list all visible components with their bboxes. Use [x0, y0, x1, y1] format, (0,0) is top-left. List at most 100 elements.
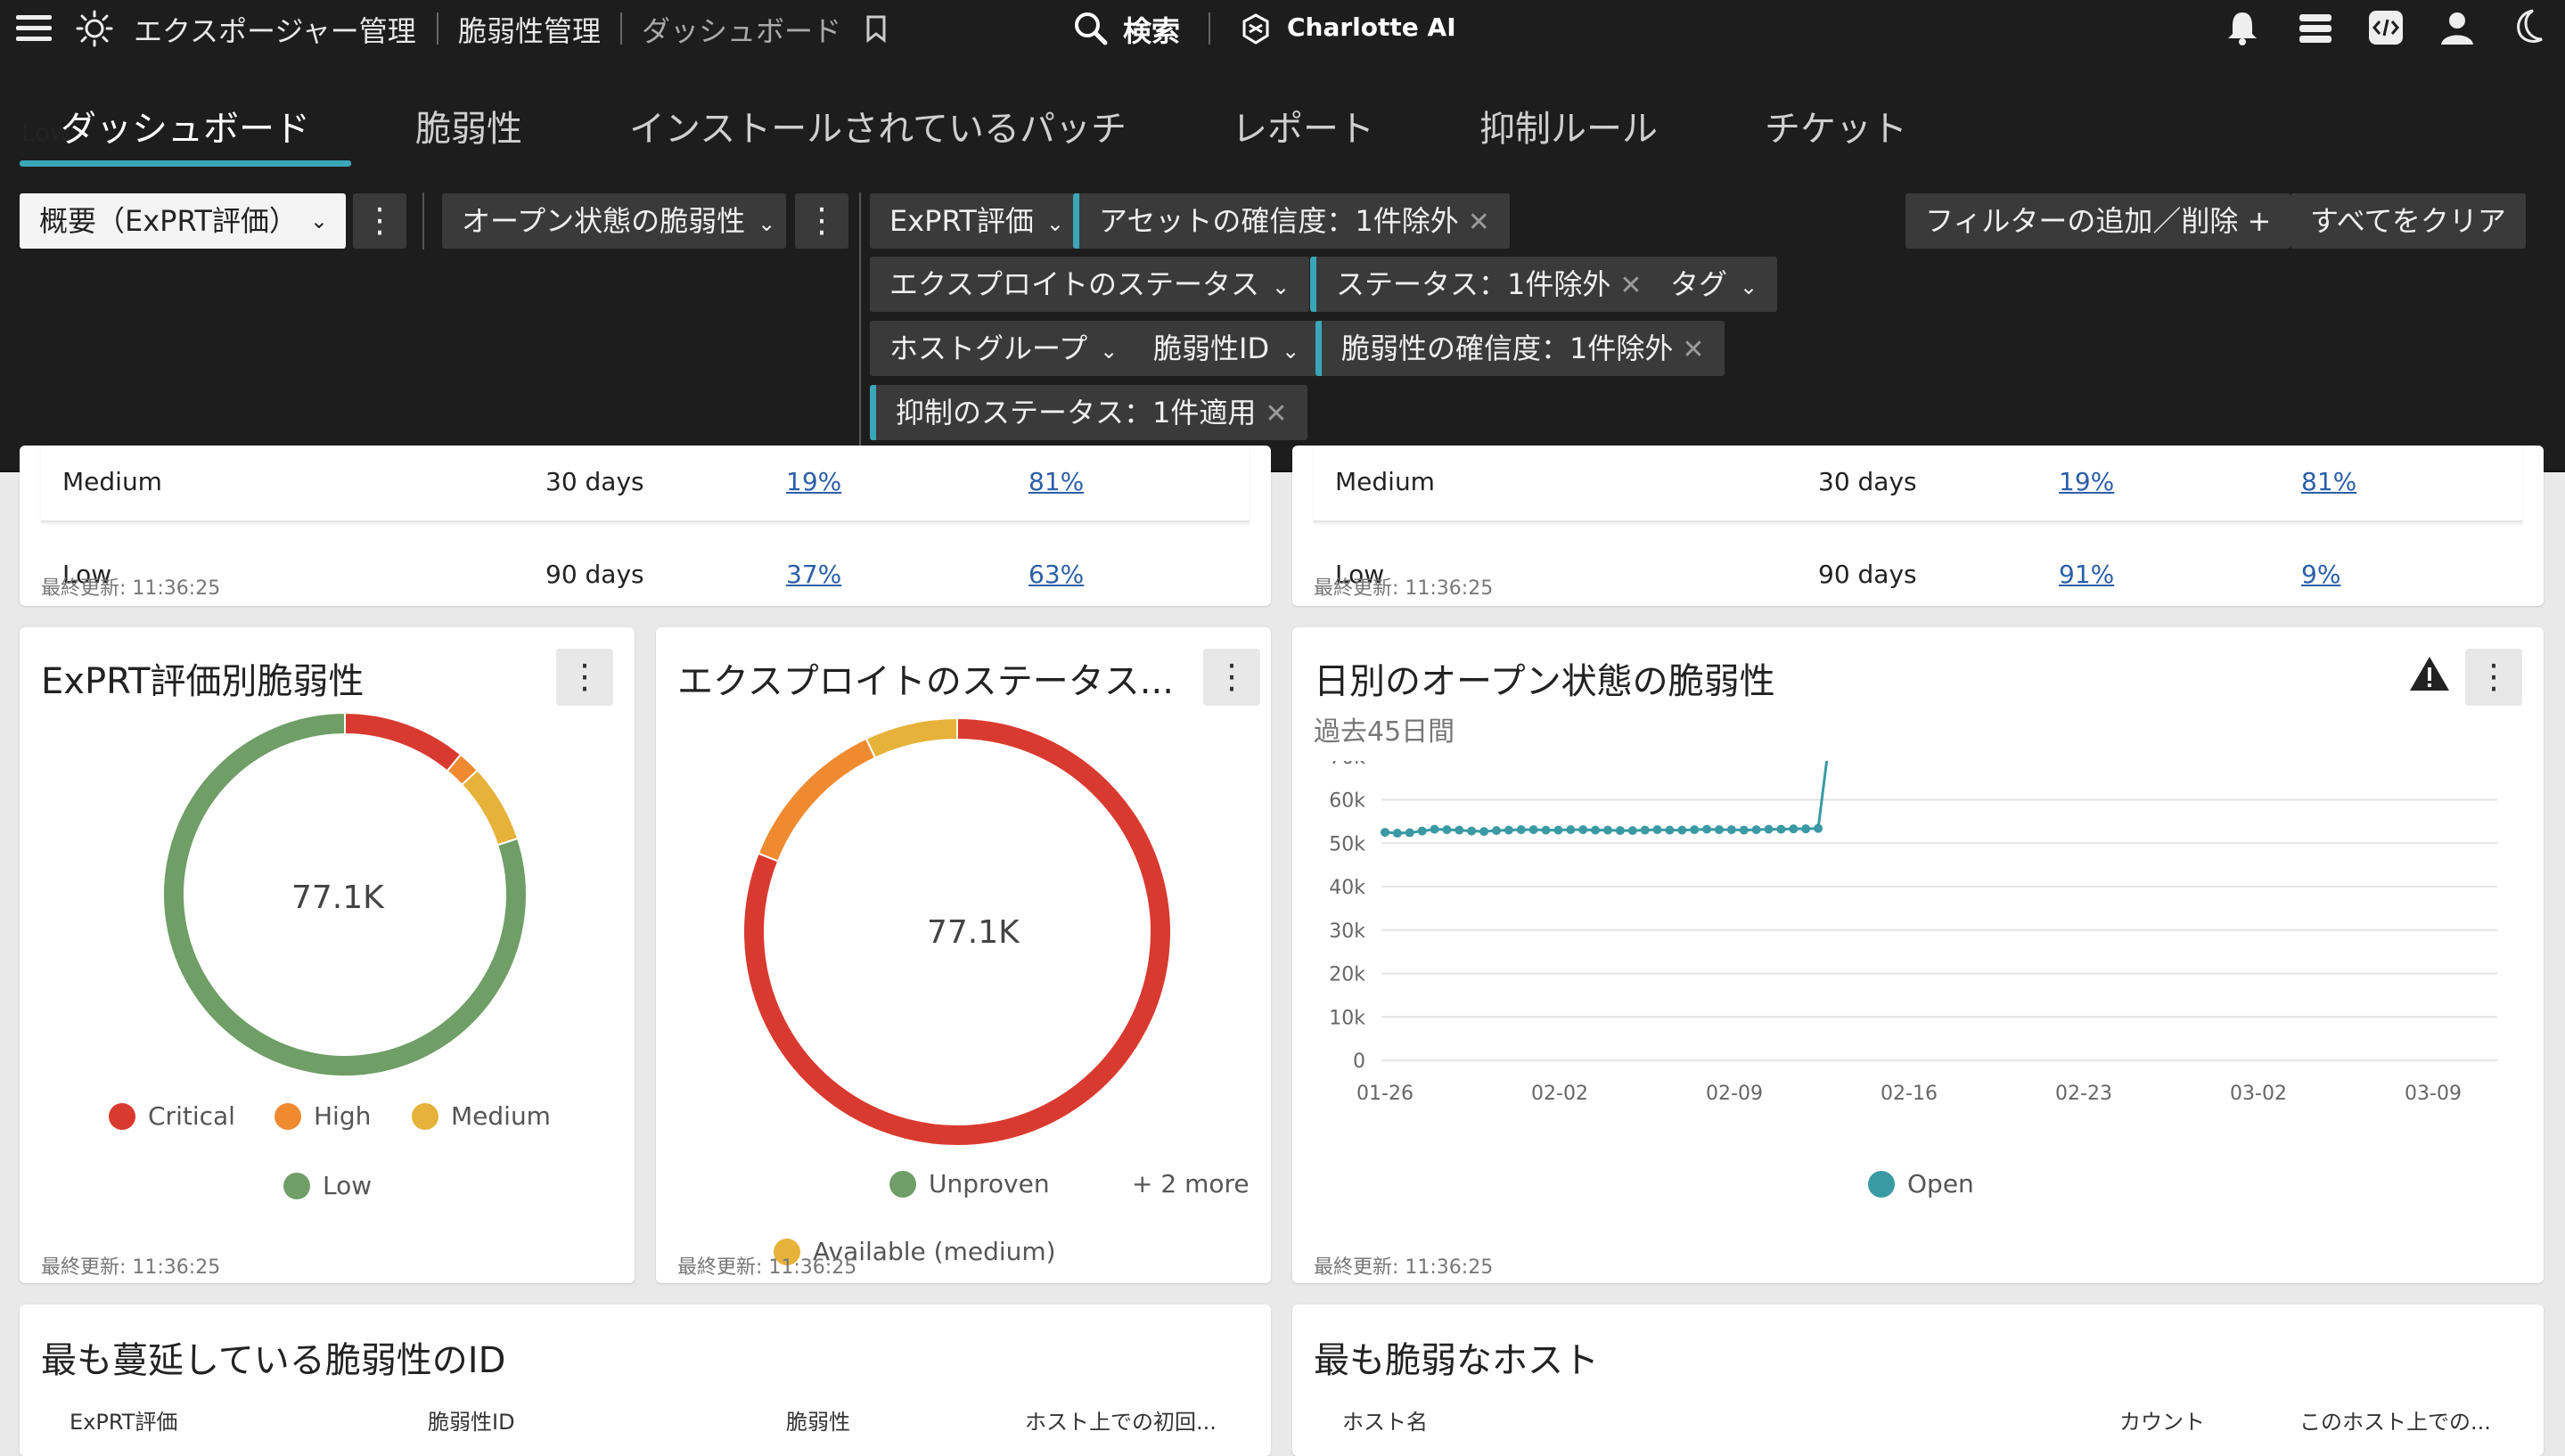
data-point[interactable]: [1566, 825, 1576, 835]
data-point[interactable]: [1690, 825, 1700, 835]
menu-icon[interactable]: [14, 12, 53, 48]
percent-link[interactable]: 37%: [786, 560, 841, 589]
y-tick-label: 50k: [1329, 833, 1365, 855]
close-icon[interactable]: ✕: [1265, 387, 1287, 442]
data-point[interactable]: [1801, 824, 1811, 834]
data-point[interactable]: [1702, 824, 1712, 834]
legend-more-link[interactable]: + 2 more: [1132, 1169, 1250, 1198]
add-remove-filter-button[interactable]: フィルターの追加／削除 +: [1905, 193, 2291, 249]
percent-link[interactable]: 81%: [2301, 467, 2356, 496]
donut-slice-critical[interactable]: [344, 711, 463, 773]
column-header[interactable]: このホスト上での...: [2299, 1404, 2491, 1436]
card-kebab-menu-icon[interactable]: ⋮: [1203, 649, 1260, 706]
filter-chip-status[interactable]: ステータス：1件除外 ✕: [1310, 257, 1662, 312]
filter-chip-exploit-status[interactable]: エクスプロイトのステータス ⌄: [870, 257, 1310, 312]
data-point[interactable]: [1615, 826, 1625, 836]
data-point[interactable]: [1591, 825, 1601, 835]
data-point[interactable]: [1640, 825, 1650, 835]
breadcrumb-section[interactable]: 脆弱性管理: [458, 9, 601, 50]
view-kebab-menu-icon[interactable]: ⋮: [353, 193, 406, 249]
search-icon[interactable]: [1073, 11, 1109, 50]
data-point[interactable]: [1430, 824, 1439, 834]
close-icon[interactable]: ✕: [1468, 195, 1490, 250]
data-point[interactable]: [1381, 828, 1389, 838]
view-select[interactable]: 概要（ExPRT評価） ⌄: [20, 193, 346, 249]
data-point[interactable]: [1602, 825, 1612, 835]
x-tick-label: 03-09: [2405, 1083, 2462, 1105]
chevron-down-icon: ⌄: [309, 209, 328, 233]
percent-link[interactable]: 19%: [2059, 467, 2114, 496]
tab-reports[interactable]: レポート: [1232, 100, 1374, 151]
tab-vulnerabilities[interactable]: 脆弱性: [415, 100, 522, 151]
column-header[interactable]: 脆弱性ID: [428, 1404, 515, 1436]
column-header[interactable]: ホスト上での初回...: [1025, 1404, 1217, 1436]
data-point[interactable]: [1652, 825, 1662, 835]
stack-icon[interactable]: [2296, 11, 2335, 50]
card-kebab-menu-icon[interactable]: ⋮: [556, 649, 613, 706]
column-header[interactable]: ExPRT評価: [70, 1404, 177, 1436]
search-button[interactable]: 検索: [1123, 9, 1180, 50]
data-point[interactable]: [1479, 827, 1489, 837]
percent-link[interactable]: 91%: [2059, 560, 2114, 589]
data-point[interactable]: [1504, 825, 1513, 835]
tab-tickets[interactable]: チケット: [1765, 100, 1907, 151]
data-point[interactable]: [1814, 823, 1823, 833]
charlotte-ai-button[interactable]: Charlotte AI: [1287, 12, 1456, 42]
card-kebab-menu-icon[interactable]: ⋮: [2465, 649, 2522, 706]
data-point[interactable]: [1726, 825, 1736, 835]
column-header[interactable]: カウント: [2119, 1404, 2205, 1436]
data-point[interactable]: [1789, 824, 1799, 834]
tab-installed-patches[interactable]: インストールされているパッチ: [629, 100, 1127, 151]
moon-icon[interactable]: [2510, 7, 2549, 52]
bell-icon[interactable]: [2225, 9, 2260, 50]
filter-chip-suppression[interactable]: 抑制のステータス：1件適用 ✕: [870, 385, 1307, 440]
data-point[interactable]: [1578, 825, 1588, 835]
user-icon[interactable]: [2438, 9, 2476, 50]
donut-slice-medium[interactable]: [460, 768, 520, 847]
data-point[interactable]: [1627, 826, 1637, 836]
data-point[interactable]: [1739, 825, 1749, 835]
close-icon[interactable]: ✕: [1619, 258, 1642, 314]
bookmark-icon[interactable]: [865, 14, 888, 46]
data-point[interactable]: [1392, 829, 1402, 838]
filter-chip-vuln-confidence[interactable]: 脆弱性の確信度：1件除外 ✕: [1315, 321, 1725, 376]
percent-link[interactable]: 9%: [2301, 560, 2340, 589]
data-point[interactable]: [1417, 826, 1427, 836]
data-point[interactable]: [1553, 825, 1563, 835]
tab-suppression-rules[interactable]: 抑制ルール: [1479, 100, 1658, 151]
filter-chip-tags[interactable]: タグ ⌄: [1651, 257, 1778, 312]
percent-link[interactable]: 63%: [1028, 560, 1084, 589]
data-point[interactable]: [1442, 825, 1452, 835]
close-icon[interactable]: ✕: [1682, 323, 1704, 378]
clear-all-button[interactable]: すべてをクリア: [2290, 193, 2526, 249]
app-name[interactable]: エクスポージャー管理: [134, 9, 416, 50]
data-point[interactable]: [1516, 825, 1526, 835]
data-point[interactable]: [1405, 828, 1414, 838]
column-header[interactable]: 脆弱性: [786, 1404, 850, 1436]
data-point[interactable]: [1665, 825, 1675, 835]
column-header[interactable]: ホスト名: [1342, 1404, 1428, 1436]
percent-link[interactable]: 81%: [1028, 467, 1084, 496]
warning-icon[interactable]: [2408, 654, 2451, 697]
data-point[interactable]: [1776, 824, 1786, 834]
filter-chip-asset-confidence[interactable]: アセットの確信度：1件除外 ✕: [1073, 193, 1510, 249]
scope-select[interactable]: オープン状態の脆弱性 ⌄: [442, 193, 786, 249]
donut-slice-available-high[interactable]: [865, 716, 958, 759]
filter-chip-host-group[interactable]: ホストグループ ⌄: [870, 321, 1138, 376]
code-icon[interactable]: [2367, 9, 2405, 50]
percent-link[interactable]: 19%: [786, 467, 841, 496]
data-point[interactable]: [1541, 825, 1551, 835]
data-point[interactable]: [1467, 826, 1477, 836]
data-point[interactable]: [1751, 825, 1761, 835]
data-point[interactable]: [1528, 825, 1538, 835]
tab-dashboard[interactable]: ダッシュボード: [61, 100, 310, 151]
scope-kebab-menu-icon[interactable]: ⋮: [795, 193, 848, 249]
donut-slice-available-medium[interactable]: [757, 737, 877, 863]
data-point[interactable]: [1455, 825, 1464, 835]
filter-chip-vuln-id[interactable]: 脆弱性ID ⌄: [1134, 321, 1320, 376]
data-point[interactable]: [1764, 824, 1774, 834]
filter-chip-exprt[interactable]: ExPRT評価 ⌄: [870, 193, 1085, 249]
data-point[interactable]: [1714, 825, 1724, 835]
data-point[interactable]: [1677, 825, 1687, 835]
data-point[interactable]: [1491, 826, 1501, 836]
